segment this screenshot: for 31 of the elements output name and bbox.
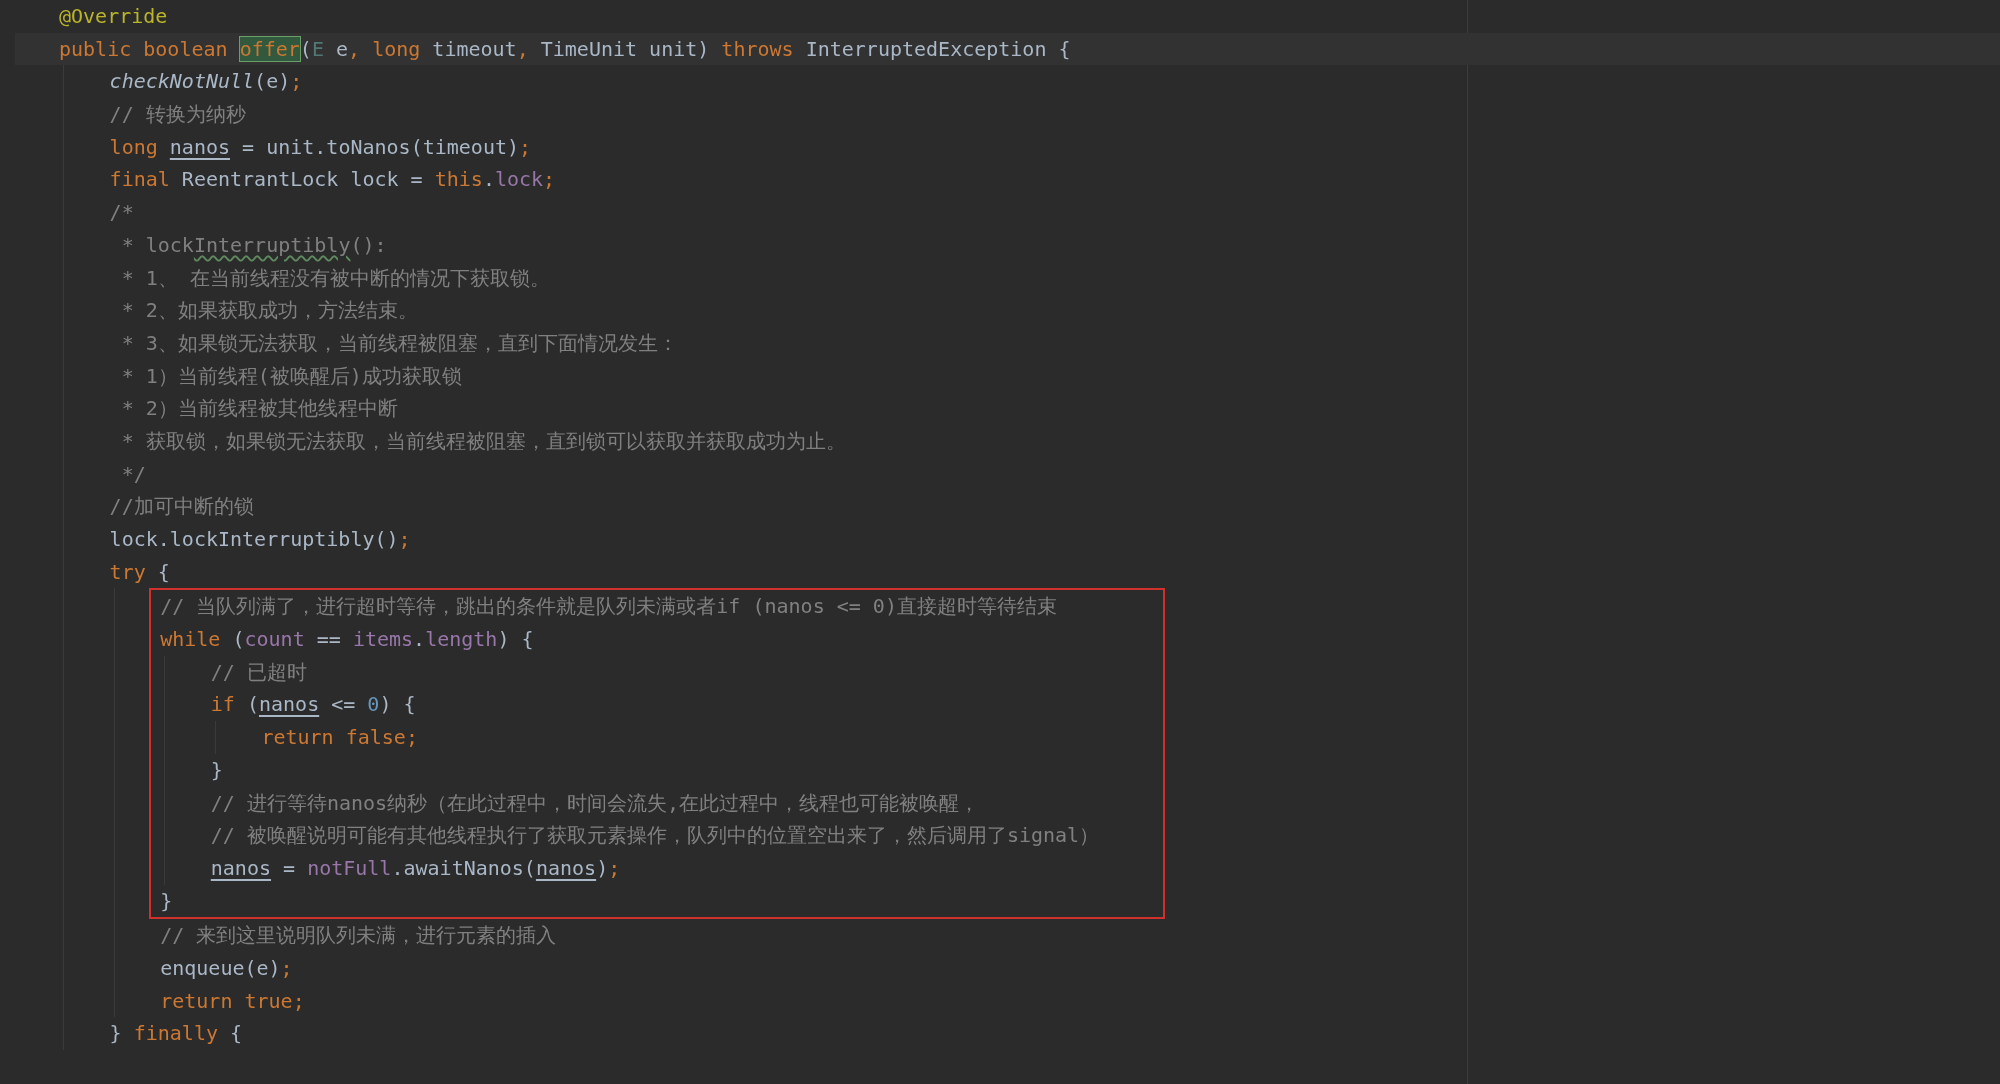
code-line: try {	[109, 558, 171, 586]
code-line: lock.lockInterruptibly();	[109, 526, 412, 553]
code-line: if (nanos <= 0) {	[210, 691, 417, 719]
code-line: * 获取锁，如果锁无法获取，当前线程被阻塞，直到锁可以获取并获取成功为止。	[120, 427, 847, 455]
code-line: // 进行等待nanos纳秒（在此过程中，时间会流失,在此过程中，线程也可能被唤醒，	[210, 789, 981, 817]
code-line: nanos = notFull.awaitNanos(nanos);	[210, 854, 622, 882]
code-line: @Override	[59, 3, 169, 30]
code-line: long nanos = unit.toNanos(timeout);	[109, 133, 533, 161]
code-line: * 1、 在当前线程没有被中断的情况下获取锁。	[120, 264, 551, 292]
code-line: final ReentrantLock lock = this.lock;	[109, 166, 557, 194]
code-line: checkNotNull(e);	[109, 68, 304, 96]
code-line: }	[160, 887, 174, 915]
code-line: // 当队列满了，进行超时等待，跳出的条件就是队列未满或者if (nanos <= 0)直接超时等待结束	[160, 593, 1058, 621]
code-line: // 被唤醒说明可能有其他线程执行了获取元素操作，队列中的位置空出来了，然后调用了signal）	[210, 822, 1101, 850]
code-line: // 已超时	[210, 658, 308, 686]
code-line: // 转换为纳秒	[109, 101, 247, 129]
code-line: //加可中断的锁	[109, 493, 255, 521]
code-line: * 2）当前线程被其他线程中断	[120, 395, 399, 423]
code-line: enqueue(e);	[160, 954, 294, 982]
code-line: */	[120, 460, 147, 488]
code-line: * lockInterruptibly():	[120, 231, 388, 259]
code-line: }	[210, 756, 224, 784]
code-line: while (count == items.length) {	[160, 626, 535, 654]
code-line: } finally {	[109, 1020, 244, 1048]
code-line: * 3、如果锁无法获取，当前线程被阻塞，直到下面情况发生：	[120, 329, 679, 357]
code-line: * 2、如果获取成功，方法结束。	[120, 297, 419, 325]
code-line: return false;	[261, 724, 419, 752]
code-line: /*	[109, 199, 135, 227]
code-line: // 来到这里说明队列未满，进行元素的插入	[160, 922, 558, 950]
code-line: * 1）当前线程(被唤醒后)成功获取锁	[120, 362, 463, 390]
code-line: return true;	[160, 987, 306, 1015]
